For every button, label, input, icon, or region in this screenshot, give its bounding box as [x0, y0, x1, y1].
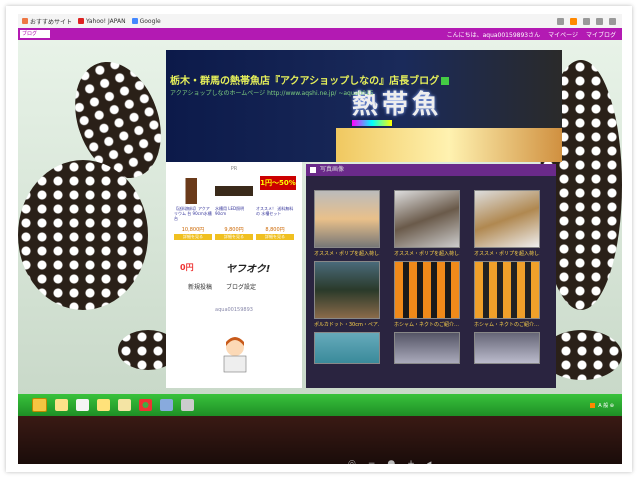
gallery-item[interactable]: オススメ・ポリプを超入荷しま… — [394, 190, 460, 257]
blog-header: 熱帯魚 栃木・群馬の熱帯魚店『アクアショップしなの』店長ブログ アクアショップし… — [166, 50, 562, 162]
gallery-item[interactable] — [314, 332, 380, 366]
folder-icon[interactable] — [55, 399, 68, 411]
gallery-caption: ホシャム・ネクトのご紹介… — [394, 322, 460, 328]
fish-photo — [394, 332, 460, 364]
gallery-caption: ホシャム・ネクトのご紹介… — [474, 322, 540, 328]
menu-icon[interactable]: ● — [387, 460, 395, 465]
fish-photo — [314, 332, 380, 364]
yahoo-icon — [78, 18, 85, 24]
fish-photo — [474, 261, 540, 319]
menu-mypage[interactable]: マイページ — [548, 30, 578, 39]
fish-photo — [394, 190, 460, 248]
explorer-icon[interactable] — [97, 399, 110, 411]
image-icon — [310, 167, 316, 173]
minus-icon[interactable]: − — [368, 460, 376, 465]
monitor-bezel: ◎ − ● + ◂ — [18, 416, 622, 464]
gallery-caption: オススメ・ポリプを超入荷しま… — [314, 251, 380, 257]
gallery-item[interactable]: オススメ・ポリプを超入荷しま… — [474, 190, 540, 257]
monitor-screen: おすすめサイト Yahoo! JAPAN Google ブログ こんにちは、aq… — [18, 14, 622, 464]
app-icon[interactable] — [181, 399, 194, 411]
product-image — [174, 178, 212, 204]
product-price: 10,800円 — [181, 227, 205, 233]
gallery-grid: オススメ・ポリプを超入荷しま… オススメ・ポリプを超入荷しま… オススメ・ポリプ… — [314, 190, 556, 366]
feed-icon[interactable] — [570, 17, 577, 25]
avatar[interactable] — [218, 334, 252, 374]
sidebar: PR 1円〜50% 【送料無料】アクアリウム 台 90cm水槽台 10,800円… — [166, 162, 302, 388]
gallery-item[interactable] — [394, 332, 460, 366]
media-icon[interactable] — [160, 399, 173, 411]
gallery-header: 写真画像 — [306, 164, 556, 176]
gallery-caption: ポルカドット・30cm・ペア… — [314, 322, 380, 328]
mail-icon[interactable] — [118, 399, 131, 411]
gallery-item[interactable] — [474, 332, 540, 366]
product-detail-button[interactable]: 詳細を見る — [256, 234, 294, 240]
photo-gallery: 写真画像 オススメ・ポリプを超入荷しま… オススメ・ポリプを超入荷しま… オスス… — [306, 164, 556, 388]
product-price: 8,800円 — [265, 227, 285, 233]
mail-icon[interactable] — [583, 17, 590, 25]
bookmark-recommended[interactable]: おすすめサイト — [22, 17, 72, 26]
point-value: 0円 — [180, 263, 194, 272]
product-card[interactable]: 【送料無料】アクアリウム 台 90cm水槽台 10,800円 詳細を見る — [174, 178, 212, 240]
greeting-text: こんにちは、aqua00159893さん — [446, 31, 541, 39]
bookmarks-bar: おすすめサイト Yahoo! JAPAN Google — [18, 14, 622, 28]
new-post-link[interactable]: 新規投稿 — [188, 282, 212, 291]
tools-icon[interactable] — [609, 17, 616, 25]
system-tray: A 般 ⊕ — [590, 402, 622, 409]
product-name: 【送料無料】アクアリウム 台 90cm水槽台 — [174, 206, 212, 221]
user-id[interactable]: aqua00159893 — [166, 307, 302, 313]
browser-toolbar-icons — [557, 17, 622, 25]
check-icon — [441, 77, 450, 85]
fish-photo — [394, 261, 460, 319]
product-image — [215, 178, 253, 204]
plus-icon[interactable]: + — [407, 460, 415, 465]
power-icon[interactable]: ◎ — [348, 460, 356, 465]
yafuoku-logo[interactable]: ヤフオク! — [226, 260, 270, 275]
chrome-icon[interactable] — [139, 399, 152, 411]
product-name: 水槽用 LED照明 90cm — [215, 206, 245, 216]
gallery-item[interactable]: オススメ・ポリプを超入荷しま… — [314, 190, 380, 257]
blog-nav-bar: ブログ こんにちは、aqua00159893さん マイページ マイブログ — [18, 28, 622, 40]
menu-myblog[interactable]: マイブログ — [586, 30, 616, 39]
bookmark-yahoo[interactable]: Yahoo! JAPAN — [78, 18, 126, 25]
print-icon[interactable] — [596, 17, 603, 25]
blog-links: 新規投稿 ブログ設定 — [188, 282, 256, 291]
gallery-caption: オススメ・ポリプを超入荷しま… — [394, 251, 460, 257]
speaker-icon[interactable]: ◂ — [427, 460, 432, 465]
tray-icon[interactable] — [590, 402, 596, 408]
gallery-item[interactable]: ポルカドット・30cm・ペア… — [314, 261, 380, 328]
fish-photo — [314, 261, 380, 319]
blog-title[interactable]: 栃木・群馬の熱帯魚店『アクアショップしなの』店長ブログ — [170, 72, 450, 87]
shop-photo — [336, 128, 562, 162]
product-detail-button[interactable]: 詳細を見る — [174, 234, 212, 240]
star-icon — [22, 18, 28, 24]
product-name: オススメ！ 送料無料の 水槽セット — [256, 206, 294, 216]
taskbar: A 般 ⊕ — [18, 394, 622, 416]
fish-photo — [474, 332, 540, 364]
gallery-caption: オススメ・ポリプを超入荷しま… — [474, 251, 540, 257]
google-icon — [131, 18, 138, 24]
sidebar-header: PR — [230, 166, 238, 172]
document-icon[interactable] — [76, 399, 89, 411]
start-icon[interactable] — [32, 398, 47, 412]
product-price: 9,800円 — [224, 227, 244, 233]
bookmark-google[interactable]: Google — [131, 18, 161, 25]
stingray-image — [18, 160, 148, 310]
blog-subtitle-link[interactable]: アクアショップしなのホームページ http://www.aqshi.ne.jp/… — [170, 88, 374, 97]
search-input[interactable]: ブログ — [20, 30, 50, 38]
fish-photo — [474, 190, 540, 248]
monitor-controls: ◎ − ● + ◂ — [348, 460, 432, 465]
blog-settings-link[interactable]: ブログ設定 — [226, 282, 256, 291]
product-detail-button[interactable]: 詳細を見る — [215, 234, 253, 240]
home-icon[interactable] — [557, 17, 564, 25]
product-card[interactable]: 水槽用 LED照明 90cm 9,800円 詳細を見る — [215, 178, 253, 240]
fish-photo — [314, 190, 380, 248]
gallery-item[interactable]: ホシャム・ネクトのご紹介… — [394, 261, 460, 328]
sale-banner[interactable]: 1円〜50% — [260, 176, 296, 190]
gallery-item[interactable]: ホシャム・ネクトのご紹介… — [474, 261, 540, 328]
